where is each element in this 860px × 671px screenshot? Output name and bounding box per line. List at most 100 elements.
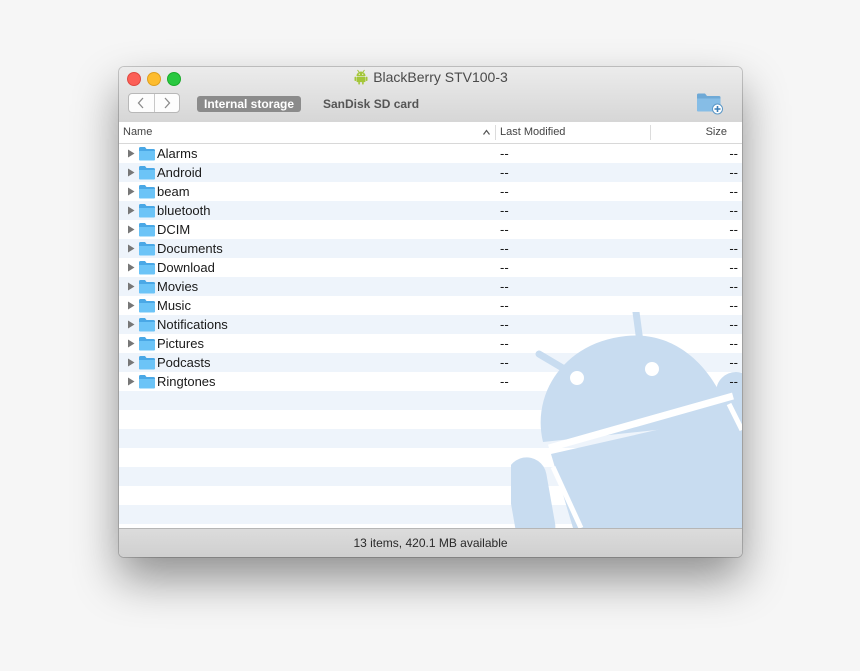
file-name: beam bbox=[157, 184, 190, 199]
file-row[interactable]: Pictures -- -- bbox=[119, 334, 742, 353]
file-size: -- bbox=[729, 279, 738, 294]
file-last-modified: -- bbox=[500, 241, 509, 256]
file-row[interactable]: Android -- -- bbox=[119, 163, 742, 182]
file-size: -- bbox=[729, 146, 738, 161]
file-row[interactable]: bluetooth -- -- bbox=[119, 201, 742, 220]
folder-icon bbox=[139, 337, 155, 351]
back-button[interactable] bbox=[129, 94, 154, 112]
file-row[interactable]: Ringtones -- -- bbox=[119, 372, 742, 391]
file-name: Android bbox=[157, 165, 202, 180]
last-modified-column-header[interactable]: Last Modified bbox=[500, 122, 565, 143]
file-row[interactable]: Music -- -- bbox=[119, 296, 742, 315]
android-robot-icon bbox=[354, 69, 368, 85]
file-transfer-window: BlackBerry STV100-3 Internal storage San… bbox=[119, 67, 742, 557]
folder-icon bbox=[139, 261, 155, 275]
file-row[interactable]: Alarms -- -- bbox=[119, 144, 742, 163]
file-name: bluetooth bbox=[157, 203, 211, 218]
file-name: Music bbox=[157, 298, 191, 313]
folder-icon bbox=[139, 299, 155, 313]
tab-internal-storage[interactable]: Internal storage bbox=[197, 96, 302, 112]
file-row[interactable]: Notifications -- -- bbox=[119, 315, 742, 334]
file-last-modified: -- bbox=[500, 222, 509, 237]
file-row[interactable]: Documents -- -- bbox=[119, 239, 742, 258]
tab-sd-card[interactable]: SanDisk SD card bbox=[316, 96, 426, 112]
file-size: -- bbox=[729, 222, 738, 237]
file-row[interactable]: Movies -- -- bbox=[119, 277, 742, 296]
file-name: Download bbox=[157, 260, 215, 275]
disclosure-triangle-icon[interactable] bbox=[127, 206, 135, 215]
status-bar: 13 items, 420.1 MB available bbox=[119, 528, 742, 557]
disclosure-triangle-icon[interactable] bbox=[127, 187, 135, 196]
file-last-modified: -- bbox=[500, 146, 509, 161]
file-name: Notifications bbox=[157, 317, 228, 332]
disclosure-triangle-icon[interactable] bbox=[127, 168, 135, 177]
folder-icon bbox=[139, 204, 155, 218]
file-size: -- bbox=[729, 317, 738, 332]
folder-icon bbox=[139, 242, 155, 256]
file-size: -- bbox=[729, 241, 738, 256]
file-size: -- bbox=[729, 355, 738, 370]
window-title-text: BlackBerry STV100-3 bbox=[373, 69, 508, 85]
file-size: -- bbox=[729, 260, 738, 275]
file-size: -- bbox=[729, 203, 738, 218]
folder-icon bbox=[139, 147, 155, 161]
new-folder-icon[interactable] bbox=[696, 91, 724, 115]
file-row[interactable]: beam -- -- bbox=[119, 182, 742, 201]
disclosure-triangle-icon[interactable] bbox=[127, 320, 135, 329]
column-divider[interactable] bbox=[495, 125, 496, 140]
file-name: Podcasts bbox=[157, 355, 211, 370]
folder-icon bbox=[139, 375, 155, 389]
file-name: Pictures bbox=[157, 336, 204, 351]
column-divider[interactable] bbox=[650, 125, 651, 140]
folder-icon bbox=[139, 166, 155, 180]
file-last-modified: -- bbox=[500, 298, 509, 313]
file-name: Alarms bbox=[157, 146, 198, 161]
file-name: Documents bbox=[157, 241, 223, 256]
disclosure-triangle-icon[interactable] bbox=[127, 377, 135, 386]
file-list: Alarms -- -- Android -- -- beam -- -- bluetooth --… bbox=[119, 144, 742, 528]
file-name: Ringtones bbox=[157, 374, 216, 389]
forward-button[interactable] bbox=[153, 94, 180, 112]
navigation-buttons bbox=[128, 93, 180, 113]
file-name: DCIM bbox=[157, 222, 191, 237]
chevron-right-icon bbox=[164, 97, 171, 109]
disclosure-triangle-icon[interactable] bbox=[127, 225, 135, 234]
disclosure-triangle-icon[interactable] bbox=[127, 358, 135, 367]
file-last-modified: -- bbox=[500, 203, 509, 218]
sort-ascending-icon[interactable] bbox=[482, 122, 491, 143]
folder-icon bbox=[139, 223, 155, 237]
chevron-left-icon bbox=[137, 97, 144, 109]
file-size: -- bbox=[729, 298, 738, 313]
column-header: Name Last Modified Size bbox=[119, 122, 742, 144]
title-bar: BlackBerry STV100-3 Internal storage San… bbox=[119, 67, 742, 123]
file-last-modified: -- bbox=[500, 336, 509, 351]
file-last-modified: -- bbox=[500, 317, 509, 332]
folder-icon bbox=[139, 318, 155, 332]
disclosure-triangle-icon[interactable] bbox=[127, 149, 135, 158]
file-row[interactable]: Podcasts -- -- bbox=[119, 353, 742, 372]
file-last-modified: -- bbox=[500, 374, 509, 389]
file-row[interactable]: DCIM -- -- bbox=[119, 220, 742, 239]
file-last-modified: -- bbox=[500, 355, 509, 370]
disclosure-triangle-icon[interactable] bbox=[127, 339, 135, 348]
folder-icon bbox=[139, 280, 155, 294]
window-title: BlackBerry STV100-3 bbox=[119, 69, 742, 87]
file-row[interactable]: Download -- -- bbox=[119, 258, 742, 277]
disclosure-triangle-icon[interactable] bbox=[127, 244, 135, 253]
file-size: -- bbox=[729, 336, 738, 351]
file-size: -- bbox=[729, 165, 738, 180]
disclosure-triangle-icon[interactable] bbox=[127, 263, 135, 272]
disclosure-triangle-icon[interactable] bbox=[127, 282, 135, 291]
size-column-header[interactable]: Size bbox=[706, 122, 727, 143]
file-name: Movies bbox=[157, 279, 199, 294]
file-last-modified: -- bbox=[500, 184, 509, 199]
file-last-modified: -- bbox=[500, 279, 509, 294]
file-size: -- bbox=[729, 184, 738, 199]
folder-icon bbox=[139, 185, 155, 199]
file-last-modified: -- bbox=[500, 165, 509, 180]
name-column-header[interactable]: Name bbox=[123, 122, 152, 143]
disclosure-triangle-icon[interactable] bbox=[127, 301, 135, 310]
file-last-modified: -- bbox=[500, 260, 509, 275]
folder-icon bbox=[139, 356, 155, 370]
file-size: -- bbox=[729, 374, 738, 389]
